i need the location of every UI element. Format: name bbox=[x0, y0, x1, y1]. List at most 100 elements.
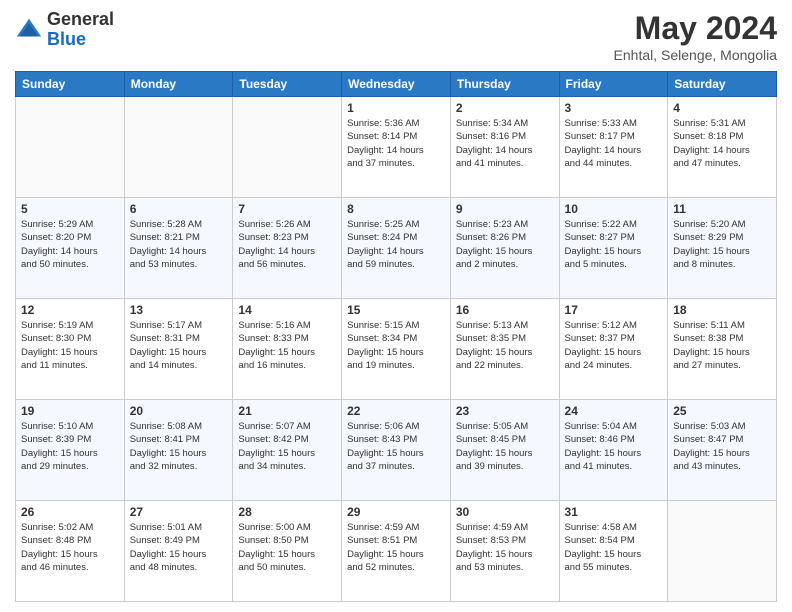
day-info: Sunrise: 5:08 AM Sunset: 8:41 PM Dayligh… bbox=[130, 420, 228, 473]
day-number: 22 bbox=[347, 404, 445, 418]
day-info: Sunrise: 5:23 AM Sunset: 8:26 PM Dayligh… bbox=[456, 218, 554, 271]
day-info: Sunrise: 5:28 AM Sunset: 8:21 PM Dayligh… bbox=[130, 218, 228, 271]
day-number: 11 bbox=[673, 202, 771, 216]
table-row: 21Sunrise: 5:07 AM Sunset: 8:42 PM Dayli… bbox=[233, 400, 342, 501]
table-row: 4 Sunrise: 5:31 AM Sunset: 8:18 PM Daylig… bbox=[668, 97, 777, 198]
day-info: Sunrise: 5:36 AM Sunset: 8:14 PM Dayligh… bbox=[347, 117, 445, 170]
col-monday: Monday bbox=[124, 72, 233, 97]
day-info: Sunrise: 5:00 AM Sunset: 8:50 PM Dayligh… bbox=[238, 521, 336, 574]
day-info: Sunrise: 5:19 AM Sunset: 8:30 PM Dayligh… bbox=[21, 319, 119, 372]
table-row: 1 Sunrise: 5:36 AM Sunset: 8:14 PM Daylig… bbox=[342, 97, 451, 198]
table-row: 12 Sunrise: 5:19 AM Sunset: 8:30 PM Dayli… bbox=[16, 299, 125, 400]
table-row: 22 Sunrise: 5:06 AM Sunset: 8:43 PM Dayli… bbox=[342, 400, 451, 501]
day-number: 19 bbox=[21, 404, 119, 418]
table-row: 23 Sunrise: 5:05 AM Sunset: 8:45 PM Dayli… bbox=[450, 400, 559, 501]
table-row: 29 Sunrise: 4:59 AM Sunset: 8:51 PM Dayli… bbox=[342, 501, 451, 602]
day-info: Sunrise: 4:58 AM Sunset: 8:54 PM Dayligh… bbox=[565, 521, 663, 574]
table-row: 19Sunrise: 5:10 AM Sunset: 8:39 PM Dayli… bbox=[16, 400, 125, 501]
table-row: 7Sunrise: 5:26 AM Sunset: 8:23 PM Daylig… bbox=[233, 198, 342, 299]
day-number: 27 bbox=[130, 505, 228, 519]
page: General Blue May 2024 Enhtal, Selenge, M… bbox=[0, 0, 792, 612]
day-number: 1 bbox=[347, 101, 445, 115]
table-row: 30Sunrise: 4:59 AM Sunset: 8:53 PM Dayli… bbox=[450, 501, 559, 602]
calendar-week-1: 1 Sunrise: 5:36 AM Sunset: 8:14 PM Daylig… bbox=[16, 97, 777, 198]
day-number: 25 bbox=[673, 404, 771, 418]
day-info: Sunrise: 5:05 AM Sunset: 8:45 PM Dayligh… bbox=[456, 420, 554, 473]
day-info: Sunrise: 5:31 AM Sunset: 8:18 PM Dayligh… bbox=[673, 117, 771, 170]
table-row: 6 Sunrise: 5:28 AM Sunset: 8:21 PM Daylig… bbox=[124, 198, 233, 299]
day-number: 14 bbox=[238, 303, 336, 317]
logo-general: General bbox=[47, 10, 114, 30]
table-row: 28 Sunrise: 5:00 AM Sunset: 8:50 PM Dayli… bbox=[233, 501, 342, 602]
day-info: Sunrise: 4:59 AM Sunset: 8:53 PM Dayligh… bbox=[456, 521, 554, 574]
calendar-week-4: 19Sunrise: 5:10 AM Sunset: 8:39 PM Dayli… bbox=[16, 400, 777, 501]
day-number: 5 bbox=[21, 202, 119, 216]
day-number: 6 bbox=[130, 202, 228, 216]
table-row bbox=[124, 97, 233, 198]
day-number: 17 bbox=[565, 303, 663, 317]
col-wednesday: Wednesday bbox=[342, 72, 451, 97]
table-row bbox=[233, 97, 342, 198]
day-number: 16 bbox=[456, 303, 554, 317]
calendar-header-row: Sunday Monday Tuesday Wednesday Thursday… bbox=[16, 72, 777, 97]
table-row: 26 Sunrise: 5:02 AM Sunset: 8:48 PM Dayli… bbox=[16, 501, 125, 602]
day-info: Sunrise: 4:59 AM Sunset: 8:51 PM Dayligh… bbox=[347, 521, 445, 574]
logo-blue: Blue bbox=[47, 30, 114, 50]
table-row: 24Sunrise: 5:04 AM Sunset: 8:46 PM Dayli… bbox=[559, 400, 668, 501]
table-row: 9 Sunrise: 5:23 AM Sunset: 8:26 PM Daylig… bbox=[450, 198, 559, 299]
table-row: 31Sunrise: 4:58 AM Sunset: 8:54 PM Dayli… bbox=[559, 501, 668, 602]
day-info: Sunrise: 5:13 AM Sunset: 8:35 PM Dayligh… bbox=[456, 319, 554, 372]
day-info: Sunrise: 5:17 AM Sunset: 8:31 PM Dayligh… bbox=[130, 319, 228, 372]
day-number: 13 bbox=[130, 303, 228, 317]
day-number: 4 bbox=[673, 101, 771, 115]
day-number: 3 bbox=[565, 101, 663, 115]
table-row bbox=[16, 97, 125, 198]
day-info: Sunrise: 5:22 AM Sunset: 8:27 PM Dayligh… bbox=[565, 218, 663, 271]
calendar-week-5: 26 Sunrise: 5:02 AM Sunset: 8:48 PM Dayli… bbox=[16, 501, 777, 602]
table-row: 18Sunrise: 5:11 AM Sunset: 8:38 PM Dayli… bbox=[668, 299, 777, 400]
day-number: 29 bbox=[347, 505, 445, 519]
calendar-table: Sunday Monday Tuesday Wednesday Thursday… bbox=[15, 71, 777, 602]
day-info: Sunrise: 5:29 AM Sunset: 8:20 PM Dayligh… bbox=[21, 218, 119, 271]
table-row: 10 Sunrise: 5:22 AM Sunset: 8:27 PM Dayli… bbox=[559, 198, 668, 299]
month-title: May 2024 bbox=[614, 10, 777, 47]
day-info: Sunrise: 5:06 AM Sunset: 8:43 PM Dayligh… bbox=[347, 420, 445, 473]
table-row: 20 Sunrise: 5:08 AM Sunset: 8:41 PM Dayli… bbox=[124, 400, 233, 501]
header: General Blue May 2024 Enhtal, Selenge, M… bbox=[15, 10, 777, 63]
table-row: 3 Sunrise: 5:33 AM Sunset: 8:17 PM Daylig… bbox=[559, 97, 668, 198]
day-number: 28 bbox=[238, 505, 336, 519]
day-number: 10 bbox=[565, 202, 663, 216]
day-info: Sunrise: 5:01 AM Sunset: 8:49 PM Dayligh… bbox=[130, 521, 228, 574]
logo-icon bbox=[15, 16, 43, 44]
day-number: 23 bbox=[456, 404, 554, 418]
day-info: Sunrise: 5:12 AM Sunset: 8:37 PM Dayligh… bbox=[565, 319, 663, 372]
day-number: 12 bbox=[21, 303, 119, 317]
col-friday: Friday bbox=[559, 72, 668, 97]
table-row: 11 Sunrise: 5:20 AM Sunset: 8:29 PM Dayli… bbox=[668, 198, 777, 299]
day-number: 15 bbox=[347, 303, 445, 317]
day-info: Sunrise: 5:02 AM Sunset: 8:48 PM Dayligh… bbox=[21, 521, 119, 574]
day-info: Sunrise: 5:20 AM Sunset: 8:29 PM Dayligh… bbox=[673, 218, 771, 271]
day-info: Sunrise: 5:25 AM Sunset: 8:24 PM Dayligh… bbox=[347, 218, 445, 271]
day-info: Sunrise: 5:15 AM Sunset: 8:34 PM Dayligh… bbox=[347, 319, 445, 372]
day-info: Sunrise: 5:03 AM Sunset: 8:47 PM Dayligh… bbox=[673, 420, 771, 473]
day-number: 18 bbox=[673, 303, 771, 317]
day-number: 26 bbox=[21, 505, 119, 519]
title-section: May 2024 Enhtal, Selenge, Mongolia bbox=[614, 10, 777, 63]
day-info: Sunrise: 5:33 AM Sunset: 8:17 PM Dayligh… bbox=[565, 117, 663, 170]
col-tuesday: Tuesday bbox=[233, 72, 342, 97]
day-number: 9 bbox=[456, 202, 554, 216]
table-row: 2 Sunrise: 5:34 AM Sunset: 8:16 PM Daylig… bbox=[450, 97, 559, 198]
logo-text: General Blue bbox=[47, 10, 114, 50]
day-number: 20 bbox=[130, 404, 228, 418]
calendar-week-2: 5 Sunrise: 5:29 AM Sunset: 8:20 PM Daylig… bbox=[16, 198, 777, 299]
table-row bbox=[668, 501, 777, 602]
day-number: 21 bbox=[238, 404, 336, 418]
day-info: Sunrise: 5:34 AM Sunset: 8:16 PM Dayligh… bbox=[456, 117, 554, 170]
location-subtitle: Enhtal, Selenge, Mongolia bbox=[614, 47, 777, 63]
table-row: 13 Sunrise: 5:17 AM Sunset: 8:31 PM Dayli… bbox=[124, 299, 233, 400]
day-number: 2 bbox=[456, 101, 554, 115]
table-row: 17 Sunrise: 5:12 AM Sunset: 8:37 PM Dayli… bbox=[559, 299, 668, 400]
day-info: Sunrise: 5:16 AM Sunset: 8:33 PM Dayligh… bbox=[238, 319, 336, 372]
table-row: 27 Sunrise: 5:01 AM Sunset: 8:49 PM Dayli… bbox=[124, 501, 233, 602]
